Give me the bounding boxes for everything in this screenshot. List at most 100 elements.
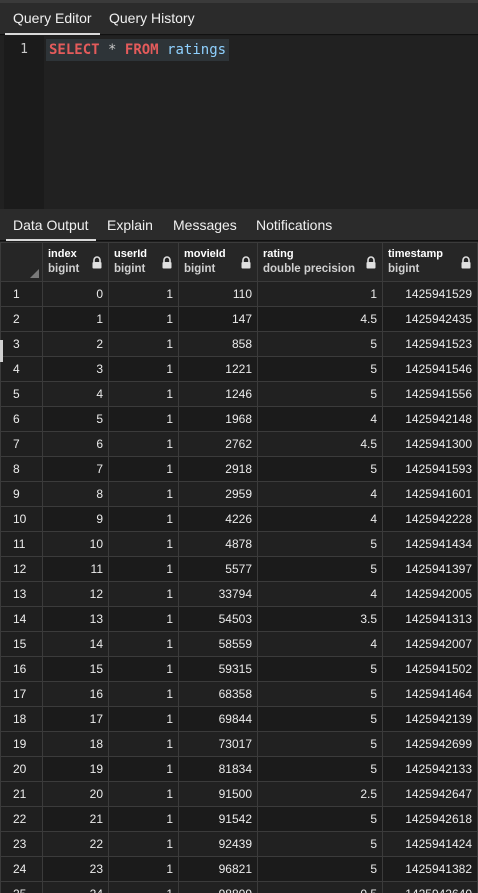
cell-rating[interactable]: 5 [257,731,383,757]
cell-timestamp[interactable]: 1425941601 [382,481,478,507]
table-row[interactable]: 12 11 1 5577 5 1425941397 [0,556,478,582]
cell-timestamp[interactable]: 1425941546 [382,356,478,382]
column-header-userid[interactable]: userId bigint [108,242,179,282]
cell-timestamp[interactable]: 1425941313 [382,606,478,632]
cell-rating[interactable]: 5 [257,856,383,882]
cell-row-number[interactable]: 12 [0,556,43,582]
cell-movieid[interactable]: 69844 [178,706,258,732]
table-row[interactable]: 2 1 1 147 4.5 1425942435 [0,306,478,332]
cell-row-number[interactable]: 6 [0,406,43,432]
cell-rating[interactable]: 5 [257,806,383,832]
cell-index[interactable]: 13 [42,606,109,632]
cell-row-number[interactable]: 2 [0,306,43,332]
cell-row-number[interactable]: 10 [0,506,43,532]
select-all-corner[interactable] [0,242,43,282]
cell-timestamp[interactable]: 1425941300 [382,431,478,457]
cell-row-number[interactable]: 14 [0,606,43,632]
cell-index[interactable]: 10 [42,531,109,557]
table-row[interactable]: 19 18 1 73017 5 1425942699 [0,731,478,757]
cell-index[interactable]: 0 [42,281,109,307]
cell-userid[interactable]: 1 [108,606,179,632]
cell-userid[interactable]: 1 [108,631,179,657]
cell-row-number[interactable]: 23 [0,831,43,857]
cell-movieid[interactable]: 91542 [178,806,258,832]
cell-rating[interactable]: 4 [257,481,383,507]
cell-movieid[interactable]: 98809 [178,881,258,893]
cell-userid[interactable]: 1 [108,656,179,682]
tab-messages[interactable]: Messages [166,209,244,241]
cell-userid[interactable]: 1 [108,281,179,307]
table-row[interactable]: 21 20 1 91500 2.5 1425942647 [0,781,478,807]
cell-userid[interactable]: 1 [108,456,179,482]
table-row[interactable]: 23 22 1 92439 5 1425941424 [0,831,478,857]
column-header-timestamp[interactable]: timestamp bigint [382,242,478,282]
cell-index[interactable]: 17 [42,706,109,732]
cell-timestamp[interactable]: 1425942640 [382,881,478,893]
cell-userid[interactable]: 1 [108,406,179,432]
cell-row-number[interactable]: 9 [0,481,43,507]
table-row[interactable]: 9 8 1 2959 4 1425941601 [0,481,478,507]
cell-row-number[interactable]: 22 [0,806,43,832]
cell-timestamp[interactable]: 1425942228 [382,506,478,532]
cell-index[interactable]: 3 [42,356,109,382]
cell-timestamp[interactable]: 1425942435 [382,306,478,332]
cell-movieid[interactable]: 91500 [178,781,258,807]
cell-rating[interactable]: 3.5 [257,606,383,632]
cell-timestamp[interactable]: 1425941464 [382,681,478,707]
table-row[interactable]: 10 9 1 4226 4 1425942228 [0,506,478,532]
cell-index[interactable]: 5 [42,406,109,432]
cell-index[interactable]: 19 [42,756,109,782]
cell-rating[interactable]: 5 [257,756,383,782]
cell-userid[interactable]: 1 [108,831,179,857]
cell-rating[interactable]: 1 [257,281,383,307]
cell-movieid[interactable]: 4878 [178,531,258,557]
tab-explain[interactable]: Explain [100,209,160,241]
cell-timestamp[interactable]: 1425941556 [382,381,478,407]
cell-userid[interactable]: 1 [108,481,179,507]
cell-row-number[interactable]: 4 [0,356,43,382]
cell-movieid[interactable]: 68358 [178,681,258,707]
cell-index[interactable]: 2 [42,331,109,357]
cell-rating[interactable]: 5 [257,831,383,857]
tab-notifications[interactable]: Notifications [249,209,339,241]
cell-index[interactable]: 16 [42,681,109,707]
cell-row-number[interactable]: 19 [0,731,43,757]
table-row[interactable]: 13 12 1 33794 4 1425942005 [0,581,478,607]
cell-movieid[interactable]: 4226 [178,506,258,532]
cell-index[interactable]: 4 [42,381,109,407]
cell-index[interactable]: 15 [42,656,109,682]
cell-movieid[interactable]: 147 [178,306,258,332]
table-row[interactable]: 7 6 1 2762 4.5 1425941300 [0,431,478,457]
cell-userid[interactable]: 1 [108,556,179,582]
cell-userid[interactable]: 1 [108,706,179,732]
cell-timestamp[interactable]: 1425941529 [382,281,478,307]
cell-index[interactable]: 12 [42,581,109,607]
cell-timestamp[interactable]: 1425942647 [382,781,478,807]
cell-index[interactable]: 1 [42,306,109,332]
cell-timestamp[interactable]: 1425941502 [382,656,478,682]
cell-userid[interactable]: 1 [108,306,179,332]
table-row[interactable]: 18 17 1 69844 5 1425942139 [0,706,478,732]
cell-row-number[interactable]: 24 [0,856,43,882]
cell-row-number[interactable]: 13 [0,581,43,607]
table-row[interactable]: 1 0 1 110 1 1425941529 [0,281,478,307]
cell-timestamp[interactable]: 1425941523 [382,331,478,357]
cell-movieid[interactable]: 59315 [178,656,258,682]
cell-row-number[interactable]: 21 [0,781,43,807]
cell-timestamp[interactable]: 1425941593 [382,456,478,482]
cell-rating[interactable]: 2.5 [257,781,383,807]
cell-index[interactable]: 11 [42,556,109,582]
cell-row-number[interactable]: 1 [0,281,43,307]
cell-rating[interactable]: 5 [257,356,383,382]
table-row[interactable]: 3 2 1 858 5 1425941523 [0,331,478,357]
cell-movieid[interactable]: 1968 [178,406,258,432]
cell-movieid[interactable]: 2918 [178,456,258,482]
cell-rating[interactable]: 4.5 [257,306,383,332]
cell-rating[interactable]: 5 [257,331,383,357]
cell-index[interactable]: 14 [42,631,109,657]
cell-userid[interactable]: 1 [108,756,179,782]
cell-userid[interactable]: 1 [108,781,179,807]
cell-movieid[interactable]: 92439 [178,831,258,857]
cell-movieid[interactable]: 5577 [178,556,258,582]
cell-movieid[interactable]: 81834 [178,756,258,782]
